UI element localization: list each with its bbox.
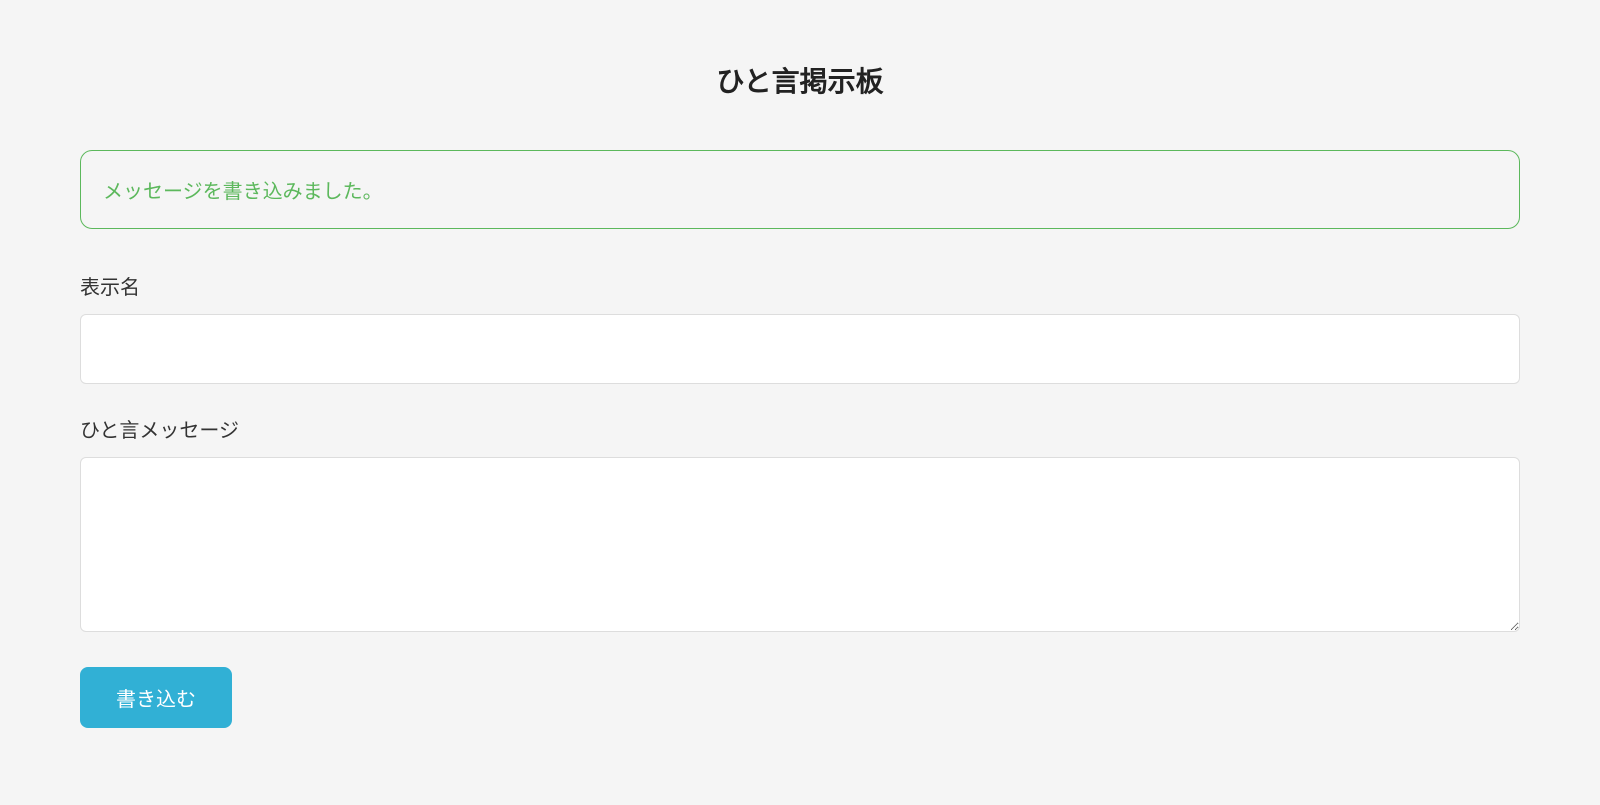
message-label: ひと言メッセージ — [80, 414, 1520, 443]
message-field-group: ひと言メッセージ — [80, 414, 1520, 637]
name-label: 表示名 — [80, 271, 1520, 300]
success-message: メッセージを書き込みました。 — [103, 181, 383, 203]
success-alert: メッセージを書き込みました。 — [80, 150, 1520, 229]
name-input[interactable] — [80, 314, 1520, 384]
form-container: ひと言掲示板 メッセージを書き込みました。 表示名 ひと言メッセージ 書き込む — [80, 20, 1520, 768]
message-textarea[interactable] — [80, 457, 1520, 632]
submit-button[interactable]: 書き込む — [80, 667, 232, 728]
name-field-group: 表示名 — [80, 271, 1520, 384]
page-title: ひと言掲示板 — [80, 60, 1520, 100]
